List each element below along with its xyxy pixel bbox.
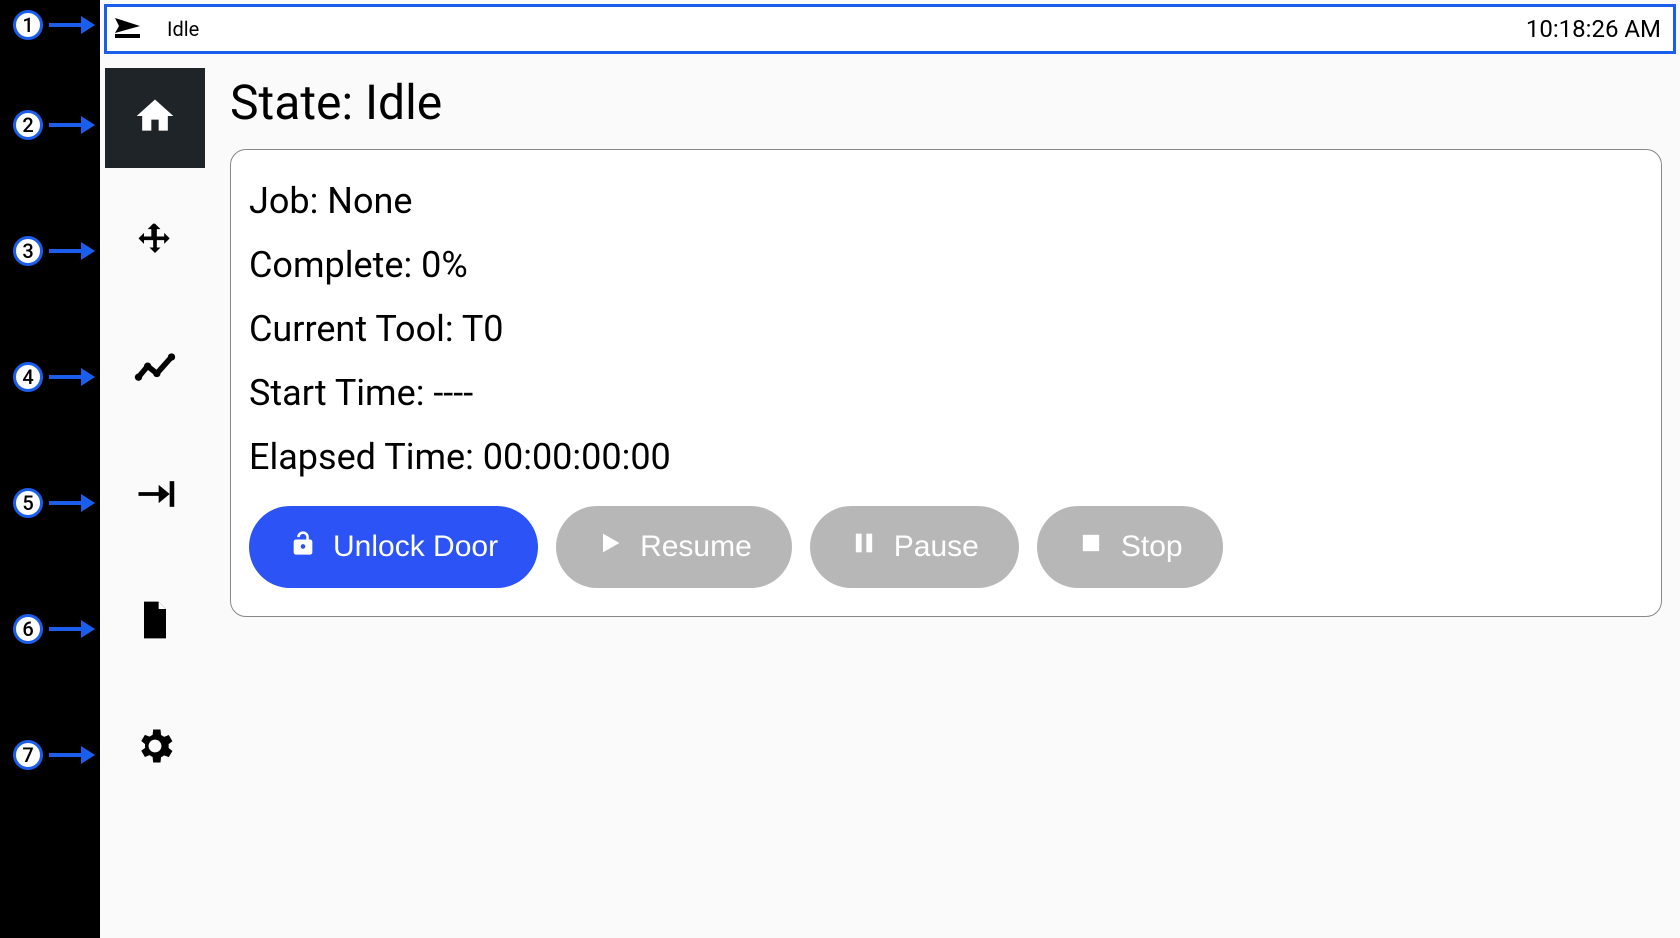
status-panel: Job: None Complete: 0% Current Tool: T0 … <box>230 149 1662 617</box>
callout-number: 6 <box>13 614 43 644</box>
elapsed-value: 00:00:00:00 <box>483 436 671 478</box>
stop-button[interactable]: Stop <box>1037 506 1223 588</box>
button-label: Unlock Door <box>333 530 498 564</box>
unlock-icon <box>289 529 317 565</box>
move-icon <box>133 220 177 268</box>
button-label: Stop <box>1121 530 1183 564</box>
callout-number: 5 <box>13 488 43 518</box>
sidebar-item-move[interactable] <box>105 194 205 294</box>
job-row: Job: None <box>249 174 1643 228</box>
page-title: State: Idle <box>230 74 1662 131</box>
sidebar-item-home[interactable] <box>105 68 205 168</box>
callout-6: 6 <box>13 614 87 644</box>
arrow-icon <box>49 23 87 27</box>
body: State: Idle Job: None Complete: 0% Curre… <box>100 54 1680 938</box>
play-icon <box>596 529 624 565</box>
complete-row: Complete: 0% <box>249 238 1643 292</box>
callout-number: 2 <box>13 110 43 140</box>
callout-1: 1 <box>13 10 87 40</box>
complete-label: Complete: <box>249 244 421 286</box>
sidebar <box>100 54 210 938</box>
elapsed-label: Elapsed Time: <box>249 436 483 478</box>
arrow-icon <box>49 123 87 127</box>
button-label: Pause <box>894 530 979 564</box>
arrow-icon <box>49 627 87 631</box>
sidebar-item-chart[interactable] <box>105 320 205 420</box>
button-label: Resume <box>640 530 752 564</box>
start-time-row: Start Time: ---- <box>249 366 1643 420</box>
clock-text: 10:18:26 AM <box>1526 15 1661 43</box>
callout-5: 5 <box>13 488 87 518</box>
start-time-label: Start Time: <box>249 372 433 414</box>
job-label: Job: <box>249 180 327 222</box>
start-time-value: ---- <box>433 372 473 414</box>
sidebar-item-file[interactable] <box>105 572 205 672</box>
callout-number: 7 <box>13 740 43 770</box>
tool-row: Current Tool: T0 <box>249 302 1643 356</box>
tool-value: T0 <box>462 308 504 350</box>
status-text: Idle <box>167 17 199 41</box>
title-value: Idle <box>365 74 442 131</box>
job-value: None <box>327 180 412 222</box>
top-bar: Idle 10:18:26 AM <box>104 4 1676 54</box>
complete-value: 0% <box>421 244 468 286</box>
tool-label: Current Tool: <box>249 308 462 350</box>
arrow-icon <box>49 249 87 253</box>
pause-button[interactable]: Pause <box>810 506 1019 588</box>
arrow-icon <box>49 753 87 757</box>
arrow-icon <box>49 375 87 379</box>
top-bar-left: Idle <box>115 15 199 43</box>
callout-7: 7 <box>13 740 87 770</box>
main-content: State: Idle Job: None Complete: 0% Curre… <box>210 54 1680 938</box>
callout-2: 2 <box>13 110 87 140</box>
file-icon <box>133 598 177 646</box>
title-prefix: State: <box>230 74 365 131</box>
stop-icon <box>1077 529 1105 565</box>
resume-button[interactable]: Resume <box>556 506 792 588</box>
sidebar-item-settings[interactable] <box>105 698 205 798</box>
callout-number: 3 <box>13 236 43 266</box>
arrow-icon <box>49 501 87 505</box>
elapsed-row: Elapsed Time: 00:00:00:00 <box>249 430 1643 484</box>
chart-icon <box>133 346 177 394</box>
home-icon <box>133 94 177 142</box>
callout-4: 4 <box>13 362 87 392</box>
callout-number: 4 <box>13 362 43 392</box>
pause-icon <box>850 529 878 565</box>
arrow-right-bar-icon <box>133 472 177 520</box>
callout-gutter: 1 2 3 4 5 6 7 <box>0 0 100 938</box>
callout-3: 3 <box>13 236 87 266</box>
logo-icon <box>115 15 149 43</box>
sidebar-item-arrow-end[interactable] <box>105 446 205 546</box>
unlock-door-button[interactable]: Unlock Door <box>249 506 538 588</box>
callout-number: 1 <box>13 10 43 40</box>
app: Idle 10:18:26 AM <box>100 0 1680 938</box>
gear-icon <box>133 724 177 772</box>
button-row: Unlock Door Resume Pause <box>249 506 1643 588</box>
